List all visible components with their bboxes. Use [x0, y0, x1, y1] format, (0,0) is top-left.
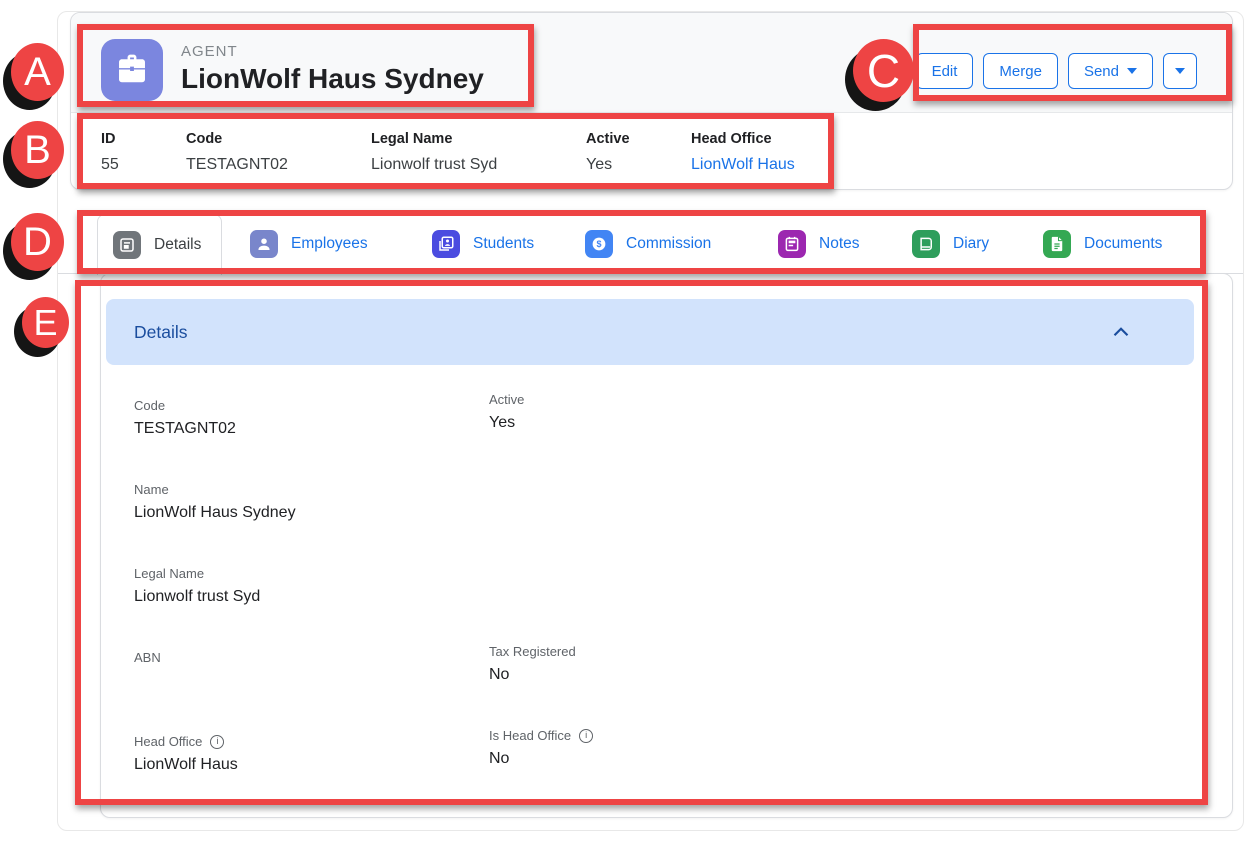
field-is-head-office-label: Is Head Officei — [489, 728, 1192, 743]
tab-details-label: Details — [154, 236, 201, 254]
merge-button-label: Merge — [999, 63, 1042, 80]
summary-active-value: Yes — [586, 156, 630, 174]
field-row: Code TESTAGNT02 Active Yes — [134, 398, 1192, 443]
field-abn: ABN — [134, 650, 489, 695]
summary-row: ID 55 Code TESTAGNT02 Legal Name Lionwol… — [71, 113, 1232, 190]
summary-legal-name-value: Lionwolf trust Syd — [371, 156, 497, 174]
field-head-office-value: LionWolf Haus — [134, 756, 489, 774]
chevron-up-icon[interactable] — [1108, 319, 1134, 345]
field-is-head-office-value: No — [489, 750, 1192, 768]
field-legal-name-value: Lionwolf trust Syd — [134, 588, 489, 606]
field-tax-registered-label: Tax Registered — [489, 644, 1192, 659]
tab-employees[interactable]: Employees — [250, 230, 368, 258]
agent-detail-page: AGENT LionWolf Haus Sydney Edit Merge Se… — [0, 0, 1252, 844]
tab-notes[interactable]: Notes — [778, 230, 860, 258]
field-row: Head Officei LionWolf Haus Is Head Offic… — [134, 734, 1192, 779]
field-row: Name LionWolf Haus Sydney — [134, 482, 1192, 527]
field-name-value: LionWolf Haus Sydney — [134, 504, 489, 522]
summary-code-value: TESTAGNT02 — [186, 156, 288, 174]
notes-icon — [778, 230, 806, 258]
field-head-office-label: Head Officei — [134, 734, 489, 749]
field-is-head-office: Is Head Officei No — [489, 728, 1192, 773]
tab-diary-label: Diary — [953, 235, 989, 253]
summary-legal-name-label: Legal Name — [371, 131, 497, 147]
tab-commission[interactable]: $ Commission — [585, 230, 711, 258]
send-dropdown-button[interactable]: Send — [1068, 53, 1153, 89]
annotation-letter: A — [24, 50, 51, 95]
agent-header-top: AGENT LionWolf Haus Sydney Edit Merge Se… — [71, 13, 1232, 113]
field-active-value: Yes — [489, 414, 1192, 432]
field-legal-name: Legal Name Lionwolf trust Syd — [134, 566, 489, 611]
details-panel-title: Details — [134, 322, 188, 343]
page-title: LionWolf Haus Sydney — [181, 63, 484, 95]
field-name: Name LionWolf Haus Sydney — [134, 482, 489, 527]
field-tax-registered: Tax Registered No — [489, 644, 1192, 689]
field-head-office: Head Officei LionWolf Haus — [134, 734, 489, 779]
tab-employees-label: Employees — [291, 235, 368, 253]
tab-details[interactable]: Details — [97, 214, 222, 275]
documents-icon — [1043, 230, 1071, 258]
chevron-down-icon — [1127, 68, 1137, 74]
edit-button[interactable]: Edit — [916, 53, 974, 89]
field-code-value: TESTAGNT02 — [134, 420, 489, 438]
field-legal-name-label: Legal Name — [134, 566, 489, 581]
entity-type-label: AGENT — [181, 43, 238, 60]
info-icon[interactable]: i — [210, 735, 224, 749]
svg-text:$: $ — [596, 239, 601, 249]
field-active-label: Active — [489, 392, 1192, 407]
field-active: Active Yes — [489, 392, 1192, 437]
merge-button[interactable]: Merge — [983, 53, 1058, 89]
info-icon[interactable]: i — [579, 729, 593, 743]
tab-commission-label: Commission — [626, 235, 711, 253]
details-panel: Details Code TESTAGNT02 Active Yes Name — [100, 273, 1233, 818]
summary-id-value: 55 — [101, 156, 119, 174]
summary-code-label: Code — [186, 131, 288, 147]
field-code-label: Code — [134, 398, 489, 413]
chevron-down-icon — [1175, 68, 1185, 74]
summary-active: Active Yes — [586, 131, 630, 174]
annotation-letter: D — [23, 220, 52, 265]
field-row: Legal Name Lionwolf trust Syd — [134, 566, 1192, 611]
agent-header-card: AGENT LionWolf Haus Sydney Edit Merge Se… — [70, 12, 1233, 190]
head-office-link[interactable]: LionWolf Haus — [691, 156, 795, 174]
details-fields: Code TESTAGNT02 Active Yes Name LionWolf… — [134, 398, 1192, 779]
briefcase-icon — [113, 51, 151, 89]
details-icon — [113, 231, 141, 259]
summary-active-label: Active — [586, 131, 630, 147]
tab-diary[interactable]: Diary — [912, 230, 989, 258]
annotation-letter: B — [24, 128, 51, 173]
tab-notes-label: Notes — [819, 235, 860, 253]
field-code: Code TESTAGNT02 — [134, 398, 489, 443]
students-icon — [432, 230, 460, 258]
field-tax-registered-value: No — [489, 666, 1192, 684]
summary-head-office: Head Office LionWolf Haus — [691, 131, 795, 174]
commission-icon: $ — [585, 230, 613, 258]
summary-code: Code TESTAGNT02 — [186, 131, 288, 174]
send-button-label: Send — [1084, 63, 1119, 80]
tab-bar: Details Employees Students $ Commission … — [58, 214, 1243, 274]
tab-students[interactable]: Students — [432, 230, 534, 258]
field-name-label: Name — [134, 482, 489, 497]
summary-legal-name: Legal Name Lionwolf trust Syd — [371, 131, 497, 174]
details-panel-header[interactable]: Details — [106, 299, 1194, 365]
employees-icon — [250, 230, 278, 258]
field-abn-label: ABN — [134, 650, 489, 665]
tab-documents[interactable]: Documents — [1043, 230, 1162, 258]
summary-id: ID 55 — [101, 131, 119, 174]
summary-head-office-label: Head Office — [691, 131, 795, 147]
more-actions-dropdown-button[interactable] — [1163, 53, 1197, 89]
field-row: ABN Tax Registered No — [134, 650, 1192, 695]
summary-id-label: ID — [101, 131, 119, 147]
agent-briefcase-icon — [101, 39, 163, 101]
tab-documents-label: Documents — [1084, 235, 1162, 253]
edit-button-label: Edit — [932, 63, 958, 80]
tab-students-label: Students — [473, 235, 534, 253]
action-button-group: Edit Merge Send — [916, 53, 1197, 89]
diary-icon — [912, 230, 940, 258]
annotation-letter: E — [33, 302, 57, 344]
